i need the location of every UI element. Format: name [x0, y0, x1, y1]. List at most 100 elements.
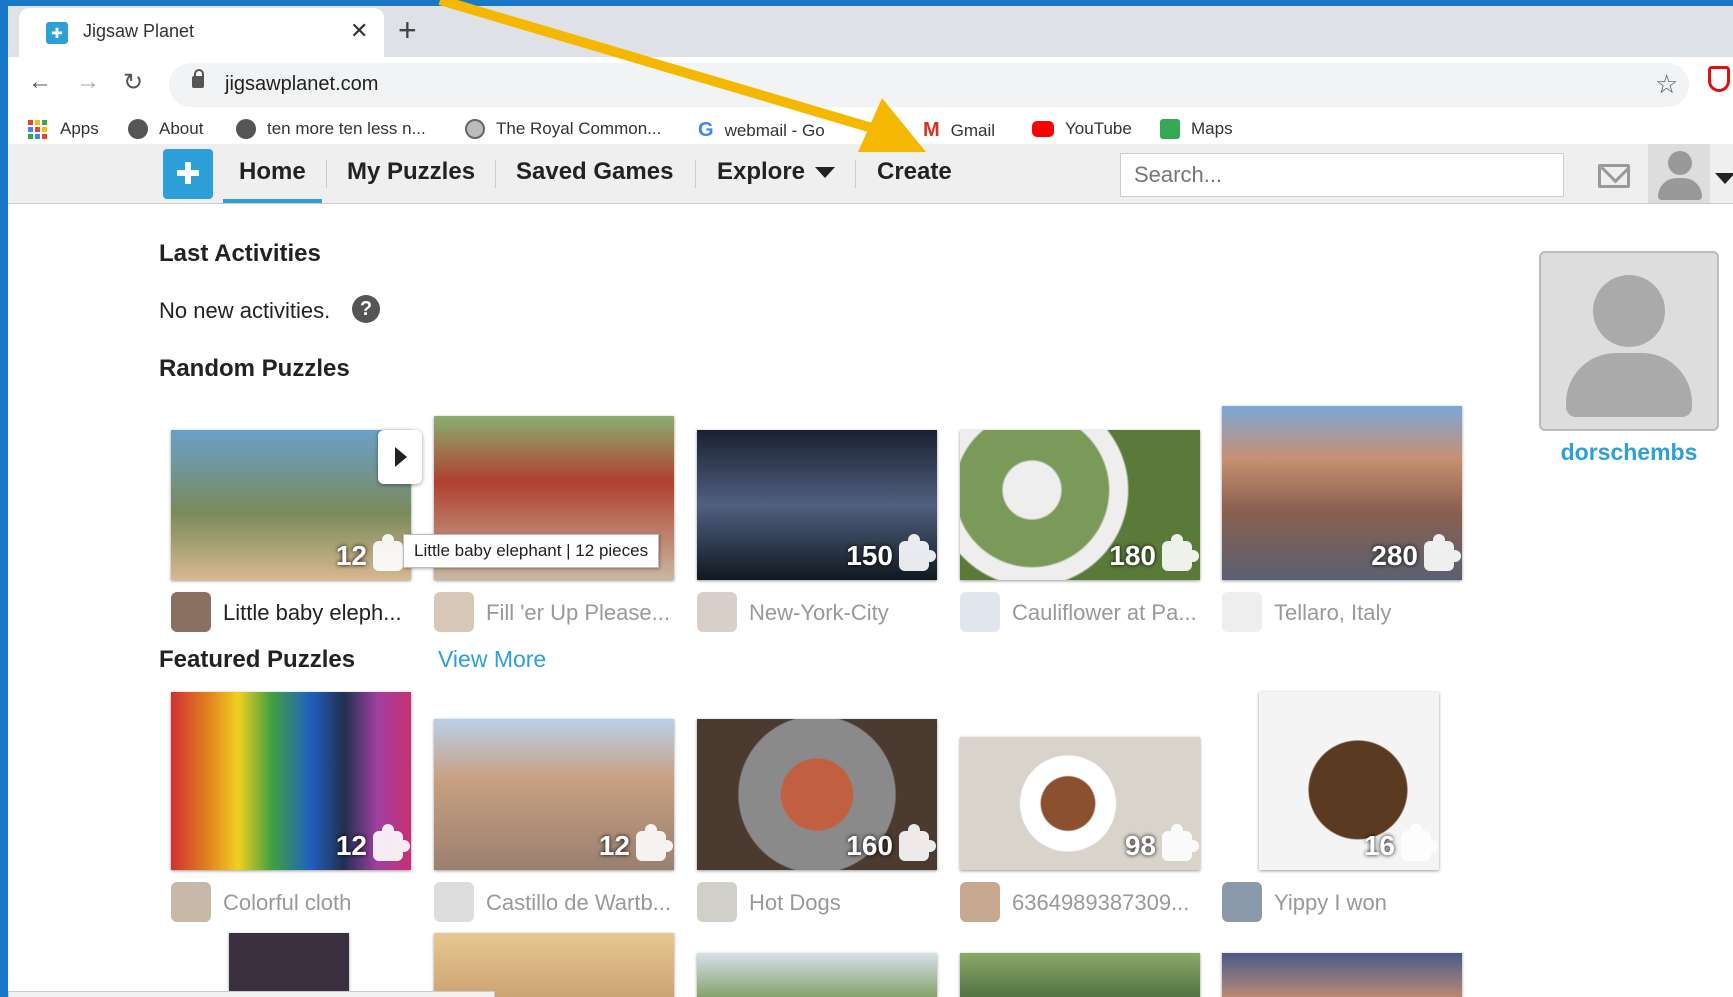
puzzle-thumbnail[interactable]: 12 [171, 692, 411, 870]
bookmark-label: Apps [60, 119, 99, 138]
bookmark-ten-more[interactable]: ten more ten less n... [236, 119, 426, 139]
piece-count-value: 12 [598, 830, 630, 861]
bookmark-label: YouTube [1065, 119, 1132, 138]
puzzle-thumbnail[interactable] [1222, 953, 1462, 997]
tab-title: Jigsaw Planet [83, 21, 195, 41]
puzzle-piece-icon [899, 824, 936, 861]
nav-divider [855, 160, 856, 188]
owner-avatar[interactable] [697, 882, 737, 922]
piece-count-value: 12 [335, 830, 367, 861]
featured-puzzles-heading: Featured Puzzles [159, 646, 356, 673]
random-puzzles-heading: Random Puzzles [159, 355, 350, 382]
bookmark-royal-common[interactable]: The Royal Common... [465, 119, 661, 139]
piece-count-value: 280 [1371, 540, 1418, 571]
puzzle-title[interactable]: Little baby eleph... [223, 600, 402, 626]
profile-username[interactable]: dorschembs [1539, 439, 1719, 466]
nav-saved-games[interactable]: Saved Games [516, 158, 673, 186]
owner-avatar[interactable] [1222, 592, 1262, 632]
reload-icon[interactable]: ↻ [123, 68, 143, 97]
piece-count: 160 [846, 824, 936, 862]
owner-avatar[interactable] [960, 882, 1000, 922]
jigsaw-planet-logo-icon[interactable]: ✚ [163, 149, 213, 199]
owner-avatar[interactable] [171, 882, 211, 922]
puzzle-thumbnail[interactable] [960, 953, 1200, 997]
forward-icon[interactable]: → [76, 68, 100, 96]
nav-explore[interactable]: Explore [717, 158, 836, 186]
puzzle-title[interactable]: Cauliflower at Pa... [1012, 600, 1197, 626]
owner-avatar[interactable] [434, 592, 474, 632]
puzzle-thumbnail[interactable] [434, 933, 674, 997]
user-menu-avatar[interactable] [1648, 144, 1710, 203]
bookmark-label: About [159, 119, 204, 138]
puzzle-thumbnail[interactable]: 280 [1222, 406, 1462, 580]
puzzle-piece-icon [373, 824, 410, 861]
royal-common-icon [465, 119, 485, 139]
maps-icon [1160, 119, 1180, 139]
puzzle-thumbnail[interactable]: 150 [697, 430, 937, 580]
help-icon[interactable]: ? [352, 295, 380, 323]
puzzle-title[interactable]: 6364989387309... [1012, 890, 1189, 916]
profile-picture[interactable] [1539, 251, 1719, 431]
url-text: jigsawplanet.com [225, 73, 379, 95]
nav-home[interactable]: Home [223, 158, 322, 203]
bookmark-webmail[interactable]: G webmail - Go [698, 119, 825, 142]
puzzle-thumbnail[interactable]: 98 [960, 737, 1200, 870]
owner-avatar[interactable] [434, 882, 474, 922]
bookmark-youtube[interactable]: YouTube [1032, 119, 1132, 139]
puzzle-title[interactable]: Fill 'er Up Please... [486, 600, 670, 626]
tab-strip: ✚ Jigsaw Planet ✕ + [8, 6, 1733, 57]
piece-count: 12 [335, 824, 410, 862]
mail-icon[interactable] [1598, 164, 1630, 188]
bookmark-maps[interactable]: Maps [1160, 119, 1233, 139]
puzzle-thumbnail[interactable] [229, 933, 349, 997]
google-icon: G [698, 119, 714, 141]
puzzle-thumbnail[interactable] [697, 953, 937, 997]
puzzle-thumbnail[interactable]: 180 [960, 430, 1200, 580]
puzzle-thumbnail[interactable]: 160 [697, 719, 937, 870]
user-menu-chevron-icon[interactable] [1715, 173, 1733, 184]
status-bar [8, 991, 495, 997]
puzzle-tooltip: Little baby elephant | 12 pieces [403, 534, 660, 568]
browser-tab[interactable]: ✚ Jigsaw Planet ✕ [19, 8, 384, 57]
close-tab-icon[interactable]: ✕ [350, 18, 368, 44]
bookmark-label: Gmail [950, 120, 996, 140]
puzzle-title[interactable]: Colorful cloth [223, 890, 351, 916]
owner-avatar[interactable] [171, 592, 211, 632]
puzzle-thumbnail[interactable]: 16 [1259, 692, 1439, 870]
bookmark-about[interactable]: About [128, 119, 203, 139]
search-input[interactable] [1120, 153, 1564, 197]
bookmark-label: ten more ten less n... [267, 119, 426, 138]
piece-count: 12 [336, 534, 410, 572]
avatar-body-icon [1658, 178, 1702, 200]
bookmark-apps[interactable]: Apps [28, 119, 99, 139]
puzzle-title[interactable]: Tellaro, Italy [1274, 600, 1391, 626]
puzzle-piece-icon [1424, 534, 1461, 571]
jigsaw-favicon-icon: ✚ [46, 22, 68, 44]
owner-avatar[interactable] [697, 592, 737, 632]
piece-count: 98 [1125, 824, 1199, 862]
nav-create[interactable]: Create [877, 158, 952, 186]
back-icon[interactable]: ← [28, 68, 52, 96]
puzzle-thumbnail[interactable]: 12 [171, 430, 411, 580]
new-tab-icon[interactable]: + [398, 12, 417, 49]
puzzle-title[interactable]: Hot Dogs [749, 890, 841, 916]
piece-count-value: 160 [846, 830, 893, 861]
nav-my-puzzles[interactable]: My Puzzles [347, 158, 475, 186]
bookmark-label: webmail - Go [724, 120, 825, 140]
piece-count-value: 150 [846, 540, 893, 571]
carousel-next-button[interactable] [378, 430, 422, 484]
owner-avatar[interactable] [960, 592, 1000, 632]
puzzle-title[interactable]: Castillo de Wartb... [486, 890, 671, 916]
profile-head-icon [1593, 275, 1665, 347]
piece-count: 150 [846, 534, 936, 572]
bookmark-gmail[interactable]: M Gmail [923, 119, 995, 142]
bookmark-star-icon[interactable]: ☆ [1655, 69, 1678, 100]
puzzle-thumbnail[interactable]: 12 [434, 719, 674, 870]
owner-avatar[interactable] [1222, 882, 1262, 922]
shield-extension-icon[interactable] [1708, 66, 1730, 92]
gmail-icon: M [923, 119, 940, 141]
address-bar[interactable]: jigsawplanet.com ☆ [169, 63, 1689, 107]
view-more-link[interactable]: View More [438, 646, 546, 673]
puzzle-title[interactable]: Yippy I won [1274, 890, 1387, 916]
puzzle-title[interactable]: New-York-City [749, 600, 889, 626]
